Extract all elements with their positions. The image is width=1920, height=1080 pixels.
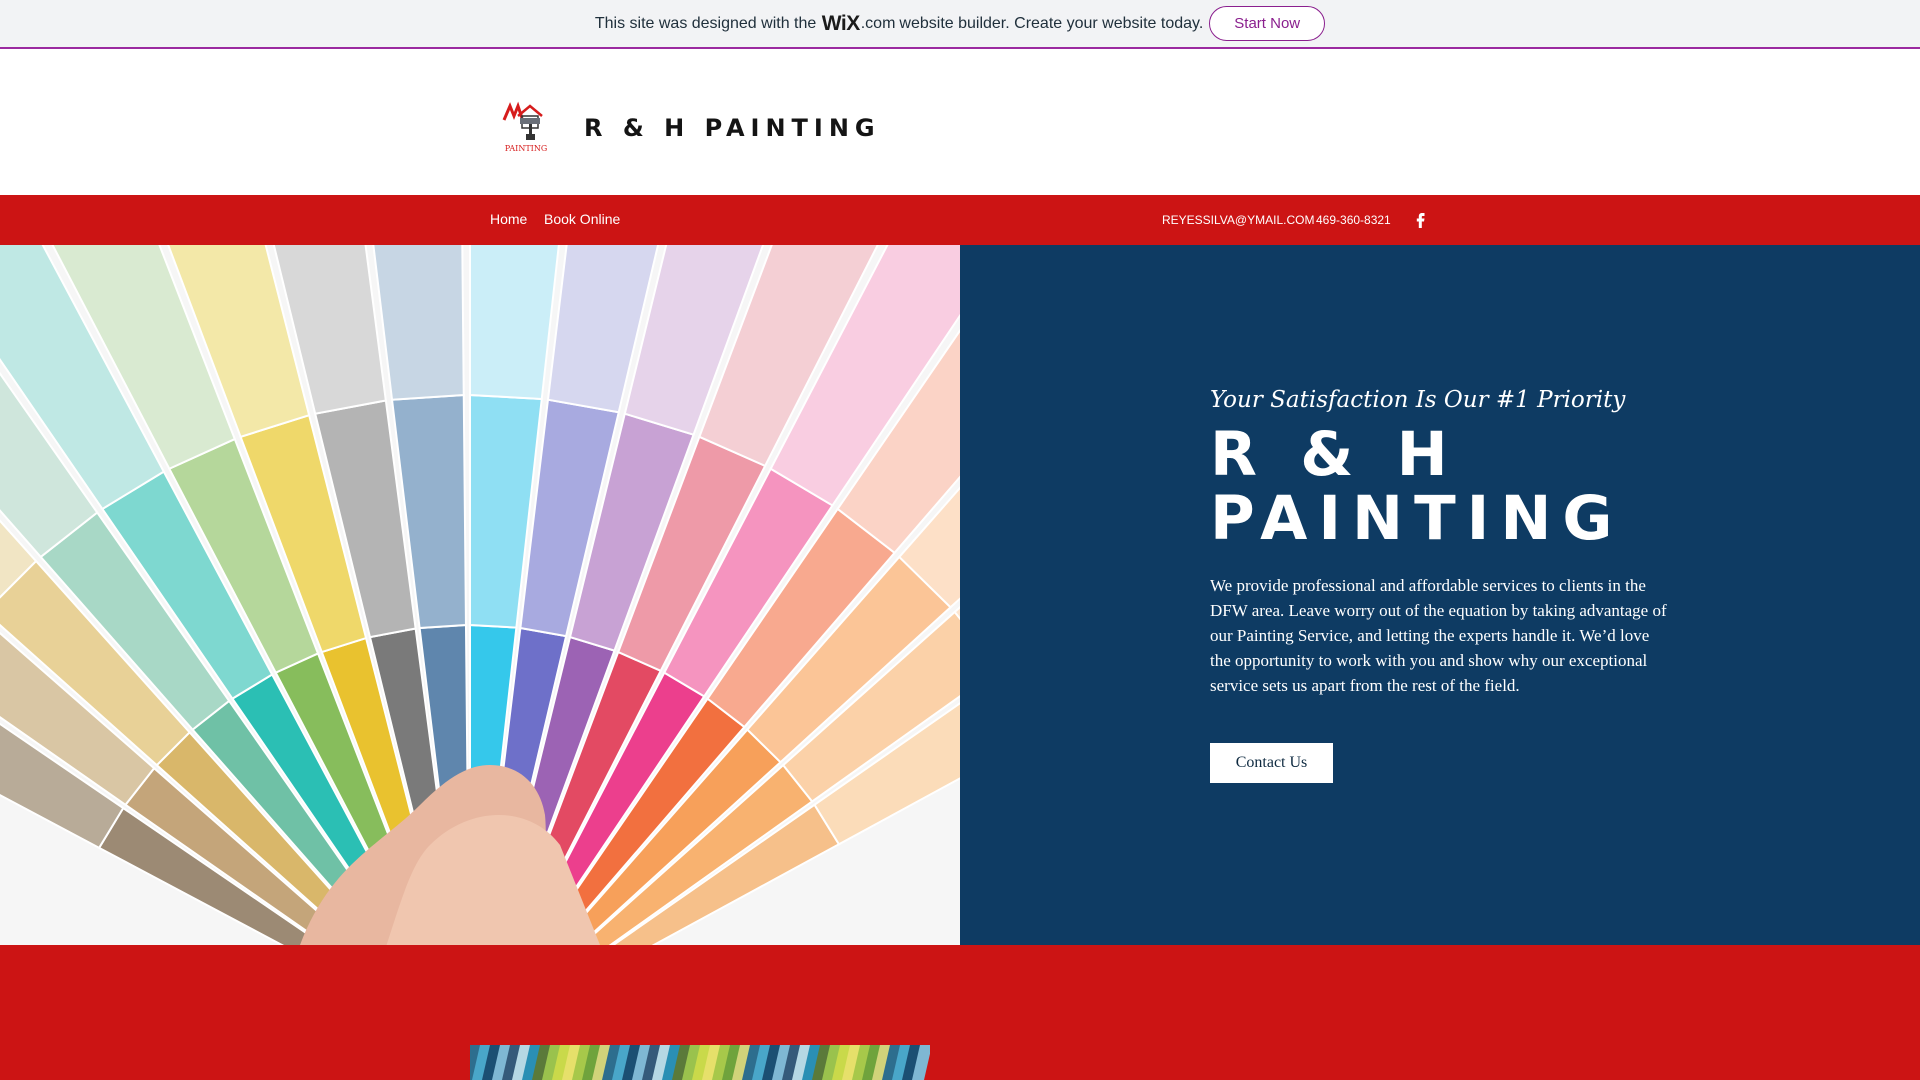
hero-description: We provide professional and affordable s… [1210,576,1667,695]
lower-swatch-strips [470,1045,930,1080]
banner-text-before: This site was designed with the [594,14,817,32]
lower-section [0,945,1920,1080]
site-logo[interactable]: PAINTING [498,98,554,154]
hero-tagline: Your Satisfaction Is Our #1 Priority [1210,387,1626,413]
hero-panel: Your Satisfaction Is Our #1 Priority R &… [960,245,1920,945]
brand-title[interactable]: R & H PAINTING [584,114,881,142]
wix-dotcom: .com [860,14,896,32]
facebook-icon[interactable] [1413,211,1427,229]
logo-text: PAINTING [505,144,547,153]
color-swatch-fan-illustration [0,245,960,945]
wix-logo: WiX [821,11,860,35]
nav-bar: Home Book Online REYESSILVA@YMAIL.COM 46… [0,195,1920,245]
hero-title: R & H PAINTING [1210,423,1670,551]
lower-color-swatch-image [470,1045,930,1080]
contact-us-button[interactable]: Contact Us [1210,743,1333,783]
hero-title-line1: R & H [1210,419,1459,490]
logo-wordmark: PAINTING [505,144,547,153]
contact-email[interactable]: REYESSILVA@YMAIL.COM [1162,213,1314,227]
site-header: PAINTING R & H PAINTING [0,49,1920,195]
contact-phone[interactable]: 469-360-8321 [1316,213,1391,227]
nav-book-online-link[interactable]: Book Online [544,211,620,227]
wix-promo-banner: This site was designed with the WiX .com … [0,0,1920,49]
banner-text-after: website builder. Create your website tod… [899,14,1204,32]
hero-title-line2: PAINTING [1210,483,1624,554]
nav-home-link[interactable]: Home [490,211,527,227]
start-now-button[interactable]: Start Now [1209,6,1326,41]
hero-color-swatch-image [0,245,960,945]
